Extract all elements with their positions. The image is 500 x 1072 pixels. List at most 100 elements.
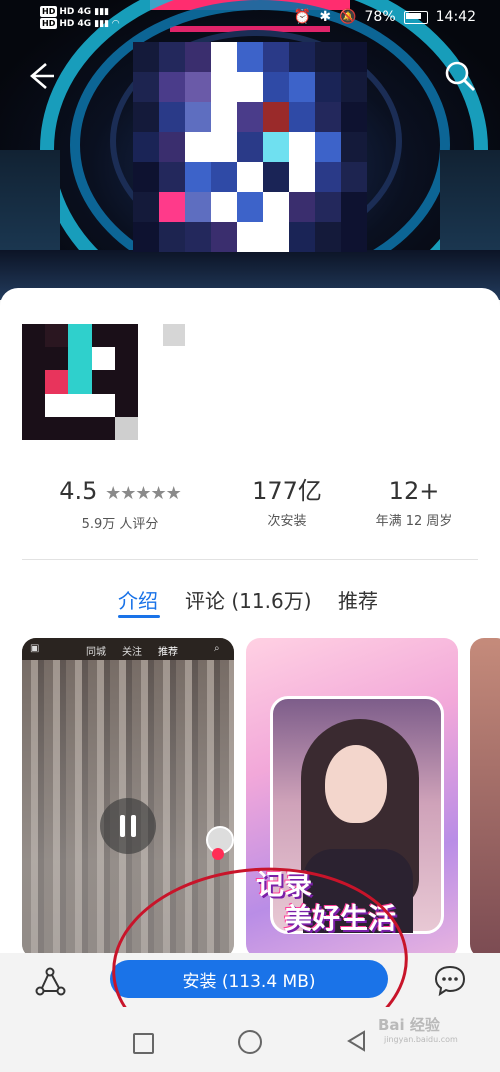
mosaic-pixel: [159, 132, 185, 162]
mosaic-pixel: [289, 42, 315, 72]
mosaic-pixel: [289, 162, 315, 192]
video-tab: 推荐: [158, 647, 178, 658]
search-icon[interactable]: [442, 58, 478, 94]
nav-back-icon[interactable]: [346, 1030, 368, 1052]
signal-text: HD 4G: [59, 7, 92, 17]
icon-pixel: [68, 324, 92, 348]
mosaic-pixel: [159, 42, 185, 72]
app-detail-card: 4.5 ★★★★★ 5.9万 人评分 177亿 次安装 12+ 年满 12 周岁…: [0, 288, 500, 953]
hero-banner: [0, 0, 500, 300]
tab-indicator: [118, 615, 160, 618]
arrow-left-icon[interactable]: [22, 58, 58, 94]
mosaic-pixel: [159, 162, 185, 192]
icon-pixel: [45, 393, 69, 417]
icon-pixel: [91, 393, 115, 417]
icon-pixel: [22, 393, 46, 417]
mosaic-pixel: [133, 192, 159, 222]
mosaic-pixel: [159, 102, 185, 132]
mosaic-pixel: [237, 42, 263, 72]
mosaic-pixel: [315, 192, 341, 222]
chat-icon[interactable]: [432, 962, 468, 998]
mosaic-pixel: [185, 102, 211, 132]
follow-plus-icon: [212, 848, 224, 860]
icon-pixel: [22, 347, 46, 371]
mosaic-pixel: [159, 192, 185, 222]
mosaic-pixel: [341, 72, 367, 102]
app-icon[interactable]: [22, 324, 138, 440]
mosaic-pixel: [237, 102, 263, 132]
battery-percent: 78%: [364, 9, 396, 25]
mosaic-pixel: [237, 222, 263, 252]
installs-label: 次安装: [267, 514, 307, 529]
mosaic-pixel: [263, 72, 289, 102]
mosaic-pixel: [289, 222, 315, 252]
video-tab: 关注: [122, 647, 142, 658]
mosaic-pixel: [185, 42, 211, 72]
search-icon: ⌕: [214, 643, 220, 654]
mosaic-pixel: [133, 162, 159, 192]
mosaic-pixel: [133, 72, 159, 102]
icon-pixel: [68, 416, 92, 440]
mosaic-pixel: [237, 132, 263, 162]
icon-pixel: [68, 370, 92, 394]
app-name-blurred: [163, 324, 185, 346]
mosaic-pixel: [289, 102, 315, 132]
mosaic-pixel: [315, 42, 341, 72]
icon-pixel: [91, 416, 115, 440]
watermark-text: Bai 经验: [378, 1016, 440, 1034]
rating-value: 4.5: [59, 477, 98, 505]
mosaic-pixel: [263, 132, 289, 162]
icon-pixel: [22, 324, 46, 348]
icon-pixel: [22, 416, 46, 440]
mosaic-pixel: [133, 222, 159, 252]
tab-reviews[interactable]: 评论 (11.6万): [185, 585, 312, 614]
video-tab: 同城: [86, 647, 106, 658]
mosaic-pixel: [341, 132, 367, 162]
mosaic-pixel: [263, 162, 289, 192]
mosaic-pixel: [211, 102, 237, 132]
mosaic-pixel: [263, 42, 289, 72]
battery-icon: [403, 10, 428, 24]
icon-pixel: [114, 347, 138, 371]
watermark: Bai 经验 jingyan.baidu.com: [378, 1014, 458, 1044]
share-icon[interactable]: [32, 963, 68, 999]
divider: [22, 559, 478, 560]
tab-bar: 介绍 评论 (11.6万) 推荐: [0, 585, 500, 625]
icon-pixel: [45, 347, 69, 371]
installs-value: 177亿: [252, 477, 322, 505]
mosaic-pixel: [263, 102, 289, 132]
mosaic-pixel: [341, 222, 367, 252]
mosaic-pixel: [133, 102, 159, 132]
mosaic-pixel: [159, 222, 185, 252]
video-top-bar: ▣ 同城 关注 推荐 ⌕: [22, 638, 234, 660]
mosaic-pixel: [133, 42, 159, 72]
icon-pixel: [114, 324, 138, 348]
home-icon[interactable]: [238, 1030, 262, 1054]
tab-intro[interactable]: 介绍: [118, 585, 158, 614]
tab-recommend[interactable]: 推荐: [338, 585, 378, 614]
rating-stat: 4.5 ★★★★★ 5.9万 人评分: [40, 476, 200, 532]
icon-pixel: [91, 347, 115, 371]
icon-pixel: [45, 370, 69, 394]
mosaic-pixel: [211, 72, 237, 102]
icon-pixel: [68, 393, 92, 417]
mosaic-pixel: [237, 162, 263, 192]
recents-icon[interactable]: [133, 1033, 154, 1054]
alarm-icon: ⏰: [293, 9, 312, 25]
mosaic-pixel: [289, 132, 315, 162]
pause-icon[interactable]: [100, 798, 156, 854]
rating-stars: ★★★★★: [105, 483, 182, 504]
mosaic-pixel: [211, 222, 237, 252]
icon-pixel: [45, 324, 69, 348]
age-stat: 12+ 年满 12 周岁: [364, 476, 464, 529]
mosaic-pixel: [211, 42, 237, 72]
mosaic-pixel: [289, 72, 315, 102]
age-value: 12+: [388, 477, 440, 505]
screenshot-partial[interactable]: [470, 638, 500, 953]
app-stats: 4.5 ★★★★★ 5.9万 人评分 177亿 次安装 12+ 年满 12 周岁: [0, 476, 500, 536]
mosaic-pixel: [289, 192, 315, 222]
mosaic-pixel: [341, 192, 367, 222]
bluetooth-icon: ✱: [319, 9, 332, 25]
mosaic-pixel: [263, 222, 289, 252]
mosaic-pixel: [185, 132, 211, 162]
